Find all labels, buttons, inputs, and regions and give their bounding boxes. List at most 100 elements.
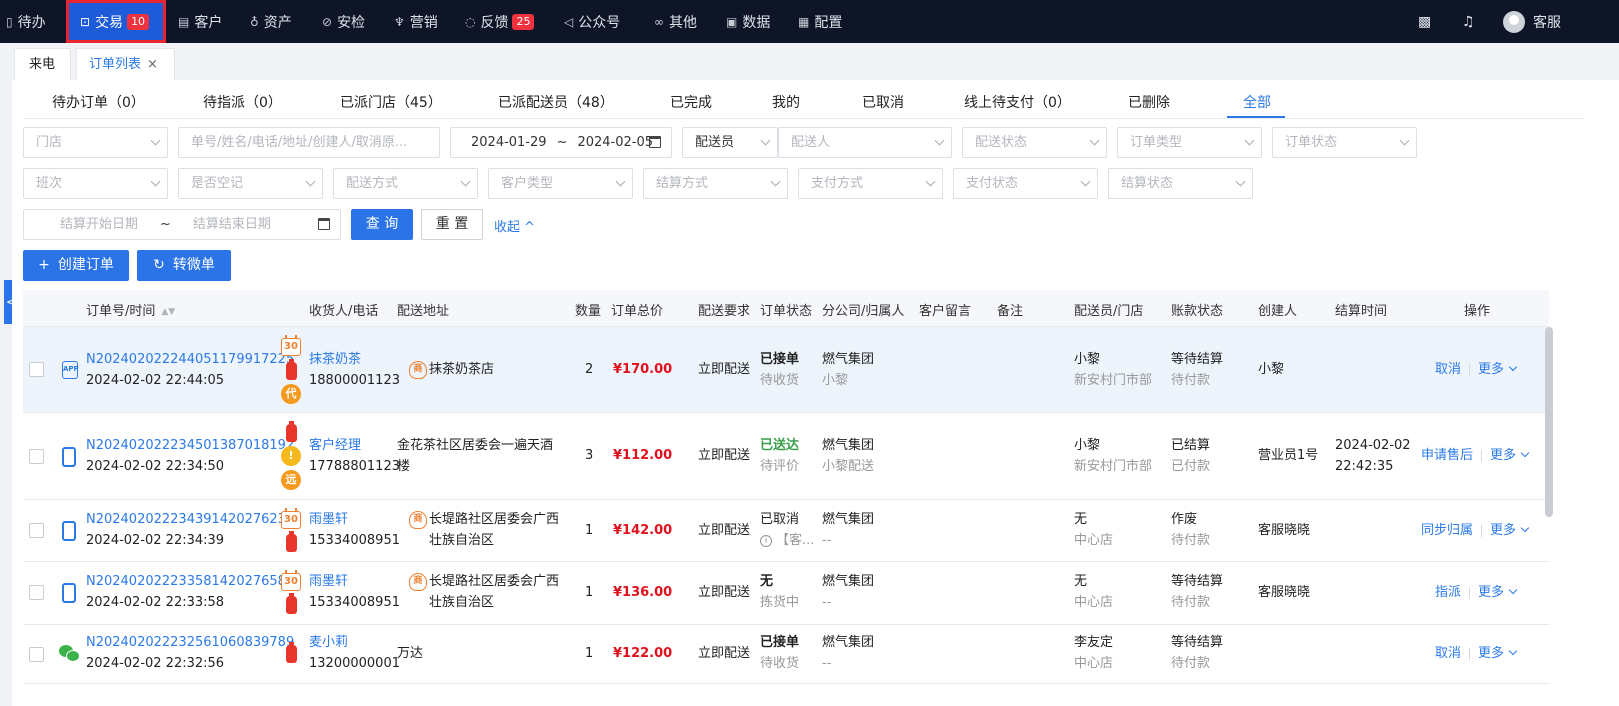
settle-method-select[interactable]: 结算方式 [643,168,788,199]
keyword-input[interactable]: 单号/姓名/电话/地址/创建人/取消原... [178,127,440,158]
row-checkbox[interactable] [29,449,44,464]
sort-icon[interactable]: ▲▼ [161,307,175,317]
more-link[interactable]: 更多 [1478,585,1518,600]
nav-todo[interactable]: ▯ 待办 [6,0,46,43]
user-menu[interactable]: 客服 [1503,0,1561,43]
reset-button[interactable]: 重 置 [421,209,483,240]
more-link[interactable]: 更多 [1490,523,1530,538]
assign-link[interactable]: 指派 [1435,585,1461,600]
collapse-filters-link[interactable]: 收起 ^ [494,216,535,235]
delivery-method-select[interactable]: 配送方式 [333,168,478,199]
settle-date-range[interactable]: 结算开始日期 ~ 结算结束日期 [23,209,341,240]
order-time: 2024-02-02 22:32:56 [86,656,225,671]
nav-other[interactable]: ∞ 其他 [654,0,697,43]
gas-cylinder-icon [286,359,297,380]
close-icon[interactable]: × [147,57,158,72]
row-checkbox[interactable] [29,585,44,600]
table-scrollbar[interactable] [1545,327,1553,517]
settle-status-select[interactable]: 结算状态 [1108,168,1253,199]
delivery-status-select[interactable]: 配送状态 [962,127,1107,158]
row-checkbox[interactable] [29,362,44,377]
tab-cancelled[interactable]: 已取消 [862,92,904,112]
order-number[interactable]: N20240202223256106083978​9 [86,633,294,653]
tab-pending-orders[interactable]: 待办订单（0） [52,92,145,112]
cancel-reason[interactable]: i 【客... [760,531,814,551]
tab-divider [24,118,1584,119]
tab-deleted[interactable]: 已删除 [1128,92,1170,112]
col-address: 配送地址 [397,304,450,319]
order-status-select[interactable]: 订单状态 [1272,127,1417,158]
nav-data[interactable]: ▣ 数据 [726,0,770,43]
row-checkbox[interactable] [29,647,44,662]
warning-icon: ! [281,446,301,466]
courier-type-select[interactable]: 配送员 [682,127,778,158]
plus-icon: + [38,257,50,273]
pay-status-select[interactable]: 支付状态 [953,168,1098,199]
order-time: 2024-02-02 22:34:39 [86,533,225,548]
settle-date: 2024-02-02 [1335,438,1411,453]
cancel-link[interactable]: 取消 [1435,646,1461,661]
table-row[interactable]: N20240202223450138701819​2 2024-02-02 22… [23,413,1549,500]
nav-official-account[interactable]: ◁ 公众号 [564,0,620,43]
nav-feedback[interactable]: ◌ 反馈 25 [465,0,535,43]
qty: 1 [585,523,594,538]
tab-assigned-store[interactable]: 已派门店（45） [340,92,442,112]
tab-online-unpaid[interactable]: 线上待支付（0） [964,92,1071,112]
courier: 无 [1074,574,1088,589]
tab-incoming-call[interactable]: 来电 [14,48,71,80]
more-link[interactable]: 更多 [1478,646,1518,661]
empty-bottle-select[interactable]: 是否空记 [178,168,323,199]
shift-select[interactable]: 班次 [23,168,168,199]
row-checkbox[interactable] [29,523,44,538]
tab-all[interactable]: 全部 [1243,92,1271,112]
payment-status: 待付款 [1171,533,1211,548]
more-link[interactable]: 更多 [1490,448,1530,463]
tab-completed[interactable]: 已完成 [670,92,712,112]
qrcode-icon[interactable]: ▩ [1418,0,1431,43]
qty: 1 [585,646,594,661]
branch: 燃气集团 [822,574,875,589]
pay-method-select[interactable]: 支付方式 [798,168,943,199]
convert-wechat-button[interactable]: ↻ 转微单 [137,250,231,281]
order-number[interactable]: N20240202224405117991722​5 [86,350,294,370]
more-link[interactable]: 更多 [1478,362,1518,377]
order-number[interactable]: N20240202223450138701819​2 [86,436,294,456]
customer-type-select[interactable]: 客户类型 [488,168,633,199]
order-status: 已接单 [760,635,800,650]
order-number[interactable]: N20240202223358142027658​4 [86,572,294,592]
bell-icon[interactable]: ♫ [1462,0,1475,43]
address: 长堤路社区居委会广西 [429,574,560,589]
create-order-button[interactable]: + 创建订单 [23,250,129,281]
nav-safety[interactable]: ⊘ 安检 [322,0,365,43]
courier-select[interactable]: 配送人 [778,127,952,158]
table-row[interactable]: N20240202223358142027658​4 2024-02-02 22… [23,562,1549,625]
query-button[interactable]: 查 询 [351,209,413,240]
store: 新安村门市部 [1074,373,1153,388]
receiver-name[interactable]: 雨墨轩 [309,510,348,530]
nav-config[interactable]: ▦ 配置 [798,0,842,43]
tab-order-list[interactable]: 订单列表 × [76,48,175,80]
cancel-link[interactable]: 取消 [1435,362,1461,377]
tab-mine[interactable]: 我的 [772,92,800,112]
store-select[interactable]: 门店 [23,127,168,158]
nav-marketing[interactable]: ♆ 营销 [394,0,438,43]
order-type-select[interactable]: 订单类型 [1117,127,1262,158]
tab-assigned-courier[interactable]: 已派配送员（48） [498,92,614,112]
table-row[interactable]: N20240202223256106083978​9 2024-02-02 22… [23,625,1549,684]
nav-trade[interactable]: ⊡ 交易 10 [66,0,166,43]
receiver-name[interactable]: 客户经理 [309,436,361,456]
table-row[interactable]: N20240202223439142027623​8 2024-02-02 22… [23,500,1549,562]
col-order-no[interactable]: 订单号/时间 ▲▼ [86,300,175,319]
receiver-name[interactable]: 抹茶奶茶 [309,350,361,370]
nav-assets[interactable]: ♁ 资产 [250,0,292,43]
table-row[interactable]: APP N20240202224405117991722​5 2024-02-0… [23,327,1549,413]
nav-customer[interactable]: ▤ 客户 [178,0,222,43]
sync-owner-link[interactable]: 同步归属 [1421,523,1473,538]
store: 中心店 [1074,533,1114,548]
after-sale-link[interactable]: 申请售后 [1421,448,1473,463]
tab-to-assign[interactable]: 待指派（0） [203,92,282,112]
receiver-name[interactable]: 麦小莉 [309,633,348,653]
order-number[interactable]: N20240202223439142027623​8 [86,510,294,530]
receiver-name[interactable]: 雨墨轩 [309,572,348,592]
date-range-picker[interactable]: 2024-01-29 ~2024-02-05 [450,127,672,158]
